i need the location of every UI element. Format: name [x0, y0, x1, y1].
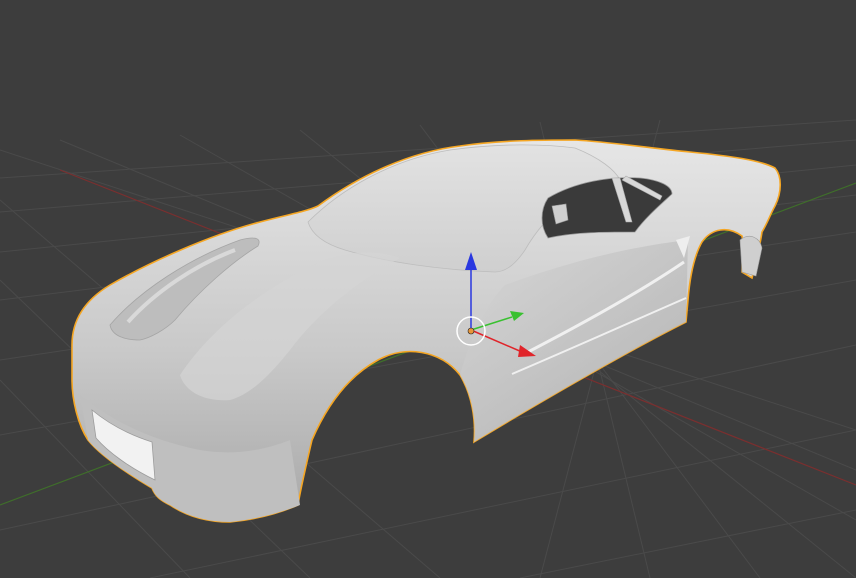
- rear-bumper: [739, 236, 763, 277]
- 3d-viewport[interactable]: [0, 0, 856, 578]
- gizmo-pivot-dot: [467, 327, 475, 335]
- viewport-canvas[interactable]: [0, 0, 856, 578]
